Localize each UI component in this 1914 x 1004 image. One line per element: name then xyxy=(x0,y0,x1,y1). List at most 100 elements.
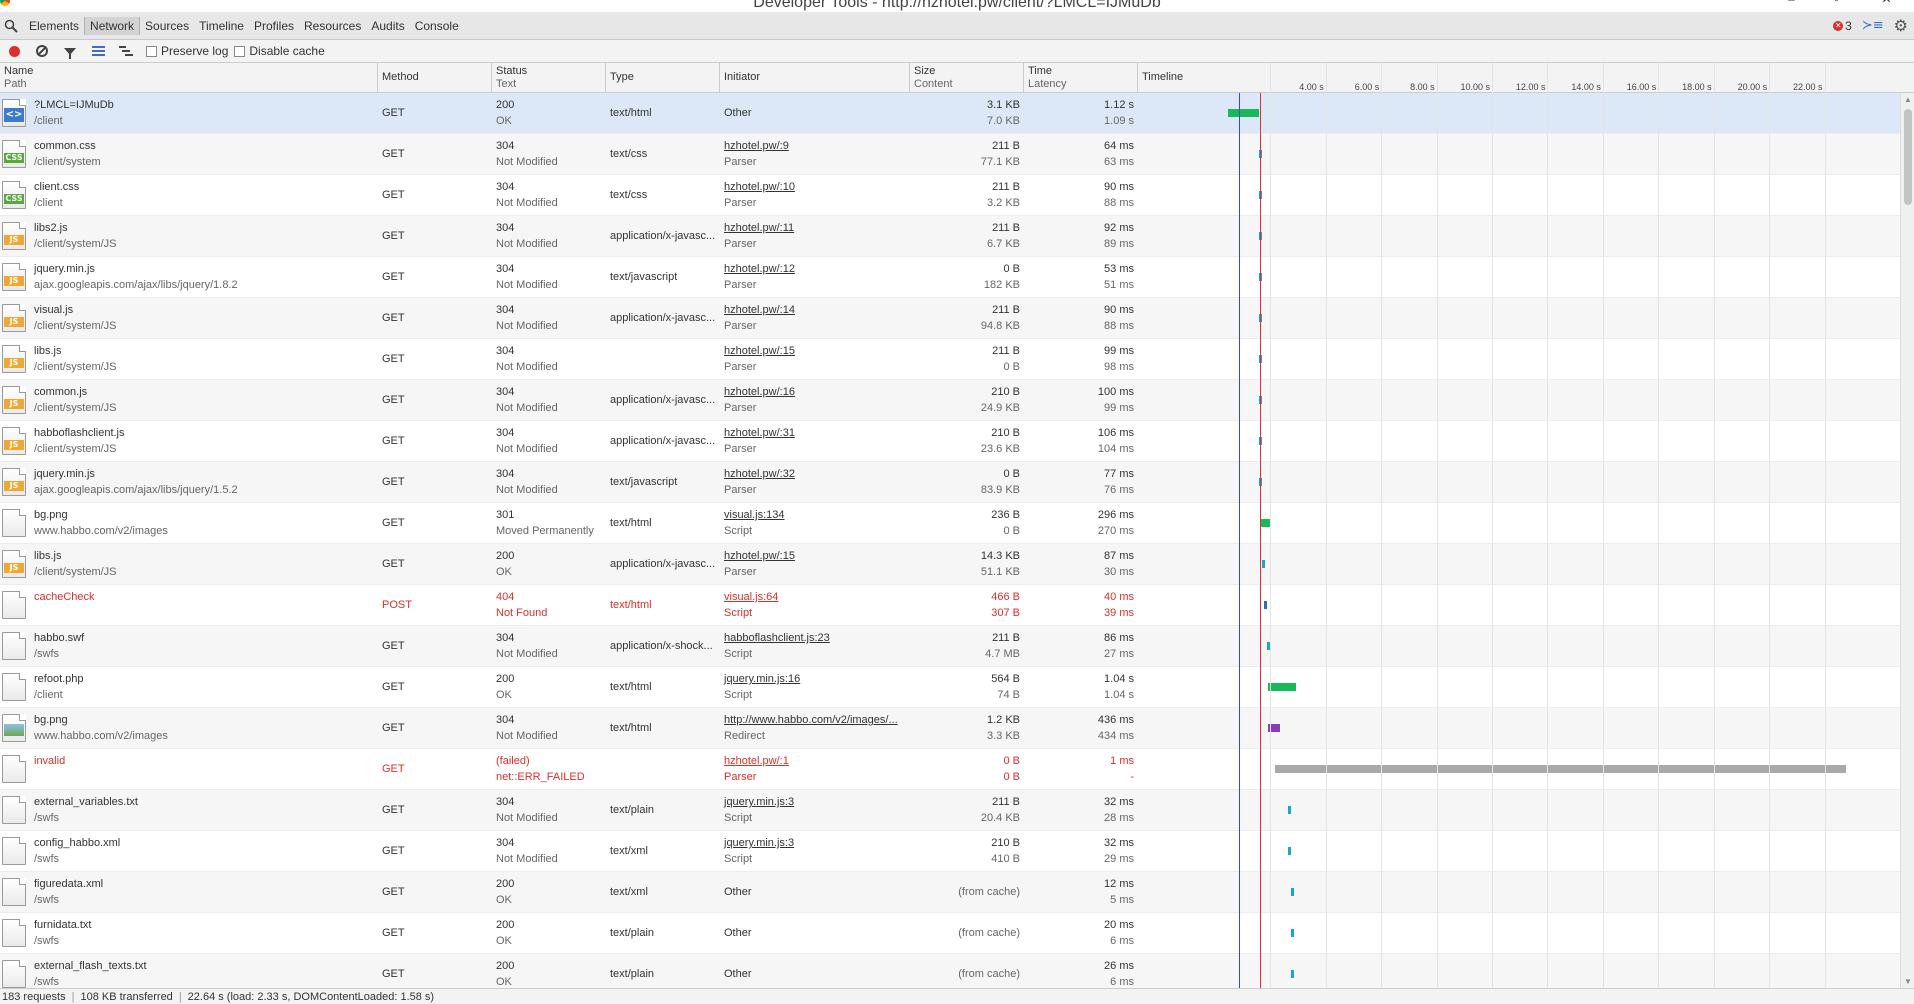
table-row[interactable]: JS jquery.min.js ajax.googleapis.com/ajax/… xyxy=(0,462,1900,503)
initiator-value[interactable]: hzhotel.pw/:15 xyxy=(724,345,795,357)
table-row[interactable]: habbo.swf/swfs GET 304 Not Modified applicat… xyxy=(0,626,1900,667)
initiator-value[interactable]: hzhotel.pw/:32 xyxy=(724,468,795,480)
name-cell[interactable]: bg.png www.habbo.com/v2/images xyxy=(0,708,378,749)
name-cell[interactable]: external_variables.txt/swfs xyxy=(0,790,378,831)
clear-button[interactable] xyxy=(28,40,56,63)
name-cell[interactable]: JS libs.js/client/system/JS xyxy=(0,544,378,585)
table-row[interactable]: figuredata.xml/swfs GET 200 OK text/xml Other… xyxy=(0,872,1900,913)
initiator-value[interactable]: hzhotel.pw/:9 xyxy=(724,140,789,152)
tab-profiles[interactable]: Profiles xyxy=(249,17,299,35)
search-icon[interactable] xyxy=(4,19,18,33)
initiator-value[interactable]: hzhotel.pw/:11 xyxy=(724,222,794,234)
name-cell[interactable]: JS common.js/client/system/JS xyxy=(0,380,378,421)
initiator-value[interactable]: jquery.min.js:16 xyxy=(724,673,800,685)
vertical-scrollbar[interactable]: ▲ ▼ xyxy=(1900,93,1914,988)
tab-console[interactable]: Console xyxy=(410,17,464,35)
table-row[interactable]: cacheCheck POST 404 Not Found text/html visua… xyxy=(0,585,1900,626)
overview-button[interactable] xyxy=(112,40,140,63)
column-header-name[interactable]: Name Path xyxy=(0,63,378,93)
column-header-timeline[interactable]: Timeline xyxy=(1138,63,1215,93)
name-cell[interactable]: <> ?LMCL=IJMuDb/client xyxy=(0,93,378,134)
name-cell[interactable]: JS libs.js/client/system/JS xyxy=(0,339,378,380)
name-cell[interactable]: JS visual.js/client/system/JS xyxy=(0,298,378,339)
table-row[interactable]: JS libs.js/client/system/JS GET 200 OK applic… xyxy=(0,544,1900,585)
maximize-icon[interactable]: ▫ xyxy=(1814,0,1859,8)
table-row[interactable]: JS common.js/client/system/JS GET 304 Not Mo… xyxy=(0,380,1900,421)
name-cell[interactable]: JS jquery.min.js ajax.googleapis.com/ajax/… xyxy=(0,462,378,503)
table-row[interactable]: bg.png www.habbo.com/v2/images GET 304 Not M… xyxy=(0,708,1900,749)
record-button[interactable] xyxy=(0,40,28,63)
column-header-time[interactable]: Time Latency xyxy=(1024,63,1138,93)
name-cell[interactable]: refoot.php/client xyxy=(0,667,378,708)
large-rows-button[interactable] xyxy=(84,40,112,63)
name-cell[interactable]: cacheCheck xyxy=(0,585,378,626)
table-row[interactable]: refoot.php/client GET 200 OK text/html jquery… xyxy=(0,667,1900,708)
table-row[interactable]: furnidata.txt/swfs GET 200 OK text/plain Othe… xyxy=(0,913,1900,954)
tab-audits[interactable]: Audits xyxy=(366,17,409,35)
table-row[interactable]: JS libs.js/client/system/JS GET 304 Not Modi… xyxy=(0,339,1900,380)
name-cell[interactable]: furnidata.txt/swfs xyxy=(0,913,378,954)
initiator-value[interactable]: http://www.habbo.com/v2/images/... xyxy=(724,714,898,726)
initiator-value[interactable]: visual.js:64 xyxy=(724,591,778,603)
name-cell[interactable]: config_habbo.xml/swfs xyxy=(0,831,378,872)
table-row[interactable]: JS jquery.min.js ajax.googleapis.com/ajax/… xyxy=(0,257,1900,298)
table-row[interactable]: external_flash_texts.txt/swfs GET 200 OK tex… xyxy=(0,954,1900,988)
initiator-value[interactable]: hzhotel.pw/:16 xyxy=(724,386,795,398)
name-cell[interactable]: external_flash_texts.txt/swfs xyxy=(0,954,378,988)
name-cell[interactable]: CSS common.css/client/system xyxy=(0,134,378,175)
gear-icon[interactable]: ⚙ xyxy=(1894,17,1908,33)
table-row[interactable]: CSS client.css/client GET 304 Not Modified te… xyxy=(0,175,1900,216)
minimize-icon[interactable]: – xyxy=(1769,0,1814,8)
disable-cache-box[interactable] xyxy=(234,45,246,57)
scroll-up-icon[interactable]: ▲ xyxy=(1904,95,1912,104)
close-icon[interactable]: ✕ xyxy=(1859,0,1914,8)
name-cell[interactable]: habbo.swf/swfs xyxy=(0,626,378,667)
table-row[interactable]: invalid GET (failed) net::ERR_FAILED hzhotel… xyxy=(0,749,1900,790)
initiator-value[interactable]: jquery.min.js:3 xyxy=(724,796,794,808)
initiator-value[interactable]: hzhotel.pw/:31 xyxy=(724,427,795,439)
name-cell[interactable]: JS habboflashclient.js/client/system/JS xyxy=(0,421,378,462)
table-row[interactable]: bg.png www.habbo.com/v2/images GET 301 Moved… xyxy=(0,503,1900,544)
initiator-value[interactable]: habboflashclient.js:23 xyxy=(724,632,830,644)
name-cell[interactable]: CSS client.css/client xyxy=(0,175,378,216)
table-row[interactable]: JS libs2.js/client/system/JS GET 304 Not Mod… xyxy=(0,216,1900,257)
column-header-method[interactable]: Method xyxy=(378,63,492,93)
name-cell[interactable]: JS jquery.min.js ajax.googleapis.com/ajax/… xyxy=(0,257,378,298)
disable-cache-checkbox[interactable]: Disable cache xyxy=(234,44,325,58)
scroll-down-icon[interactable]: ▼ xyxy=(1904,977,1912,986)
column-header-type[interactable]: Type xyxy=(606,63,720,93)
type-value: text/html xyxy=(610,599,652,611)
table-row[interactable]: config_habbo.xml/swfs GET 304 Not Modified t… xyxy=(0,831,1900,872)
initiator-value: Other xyxy=(724,968,752,980)
scroll-thumb[interactable] xyxy=(1904,109,1912,205)
preserve-log-checkbox[interactable]: Preserve log xyxy=(146,44,228,58)
tab-resources[interactable]: Resources xyxy=(299,17,366,35)
name-cell[interactable]: invalid xyxy=(0,749,378,790)
column-header-initiator[interactable]: Initiator xyxy=(720,63,910,93)
initiator-value[interactable]: hzhotel.pw/:10 xyxy=(724,181,795,193)
error-counter[interactable]: ✕ 3 xyxy=(1833,19,1852,33)
name-cell[interactable]: bg.png www.habbo.com/v2/images xyxy=(0,503,378,544)
initiator-value[interactable]: visual.js:134 xyxy=(724,509,785,521)
table-row[interactable]: <> ?LMCL=IJMuDb/client GET 200 OK text/html Ot… xyxy=(0,93,1900,134)
table-row[interactable]: JS habboflashclient.js/client/system/JS GE… xyxy=(0,421,1900,462)
column-header-size[interactable]: Size Content xyxy=(910,63,1024,93)
tab-network[interactable]: Network xyxy=(84,17,141,35)
initiator-value[interactable]: hzhotel.pw/:1 xyxy=(724,755,789,767)
initiator-value[interactable]: jquery.min.js:3 xyxy=(724,837,794,849)
initiator-value[interactable]: hzhotel.pw/:14 xyxy=(724,304,795,316)
initiator-value[interactable]: hzhotel.pw/:12 xyxy=(724,263,795,275)
filter-button[interactable] xyxy=(56,40,84,63)
table-row[interactable]: external_variables.txt/swfs GET 304 Not Mod… xyxy=(0,790,1900,831)
tab-elements[interactable]: Elements xyxy=(24,17,84,35)
name-cell[interactable]: figuredata.xml/swfs xyxy=(0,872,378,913)
tab-timeline[interactable]: Timeline xyxy=(194,17,249,35)
column-header-status[interactable]: Status Text xyxy=(492,63,606,93)
initiator-value[interactable]: hzhotel.pw/:15 xyxy=(724,550,795,562)
tab-sources[interactable]: Sources xyxy=(140,17,194,35)
table-row[interactable]: CSS common.css/client/system GET 304 Not Mod… xyxy=(0,134,1900,175)
table-row[interactable]: JS visual.js/client/system/JS GET 304 Not Mo… xyxy=(0,298,1900,339)
preserve-log-box[interactable] xyxy=(146,45,157,57)
name-cell[interactable]: JS libs2.js/client/system/JS xyxy=(0,216,378,257)
drawer-toggle-icon[interactable]: ≻≡ xyxy=(1862,18,1884,33)
